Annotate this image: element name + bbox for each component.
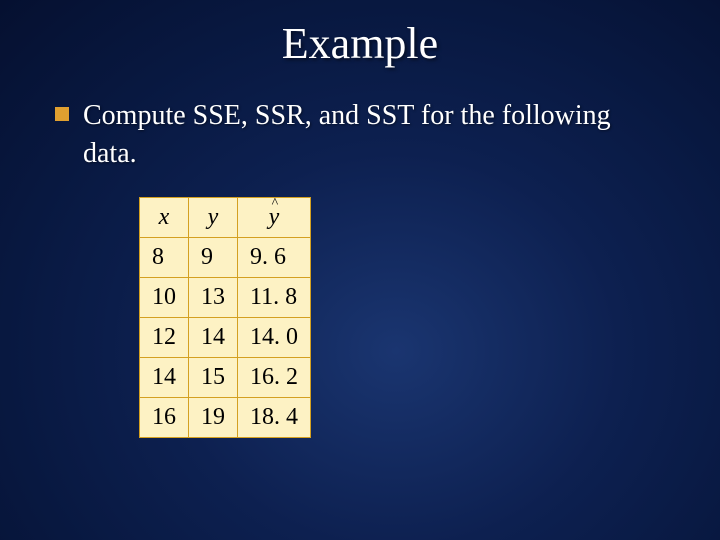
- table-row: 8 9 9. 6: [140, 237, 311, 277]
- cell-yhat: 11. 8: [238, 277, 311, 317]
- slide-title: Example: [0, 0, 720, 97]
- cell-x: 12: [140, 317, 189, 357]
- col-header-x: x: [140, 197, 189, 237]
- cell-y: 19: [189, 397, 238, 437]
- col-header-y: y: [189, 197, 238, 237]
- body-text: Compute SSE, SSR, and SST for the follow…: [83, 97, 665, 173]
- table-header-row: x y ^y: [140, 197, 311, 237]
- bullet-item: Compute SSE, SSR, and SST for the follow…: [55, 97, 665, 173]
- square-bullet-icon: [55, 107, 69, 121]
- data-table: x y ^y 8 9 9. 6 10 13 11. 8 12 14 14. 0 …: [139, 197, 311, 438]
- cell-x: 8: [140, 237, 189, 277]
- slide-content: Compute SSE, SSR, and SST for the follow…: [0, 97, 720, 438]
- cell-y: 14: [189, 317, 238, 357]
- table-row: 10 13 11. 8: [140, 277, 311, 317]
- cell-yhat: 9. 6: [238, 237, 311, 277]
- table-row: 12 14 14. 0: [140, 317, 311, 357]
- data-table-wrap: x y ^y 8 9 9. 6 10 13 11. 8 12 14 14. 0 …: [139, 197, 665, 438]
- cell-y: 9: [189, 237, 238, 277]
- cell-y: 15: [189, 357, 238, 397]
- cell-yhat: 16. 2: [238, 357, 311, 397]
- table-row: 16 19 18. 4: [140, 397, 311, 437]
- cell-yhat: 18. 4: [238, 397, 311, 437]
- cell-x: 10: [140, 277, 189, 317]
- cell-yhat: 14. 0: [238, 317, 311, 357]
- cell-y: 13: [189, 277, 238, 317]
- table-row: 14 15 16. 2: [140, 357, 311, 397]
- col-header-yhat: ^y: [238, 197, 311, 237]
- cell-x: 16: [140, 397, 189, 437]
- cell-x: 14: [140, 357, 189, 397]
